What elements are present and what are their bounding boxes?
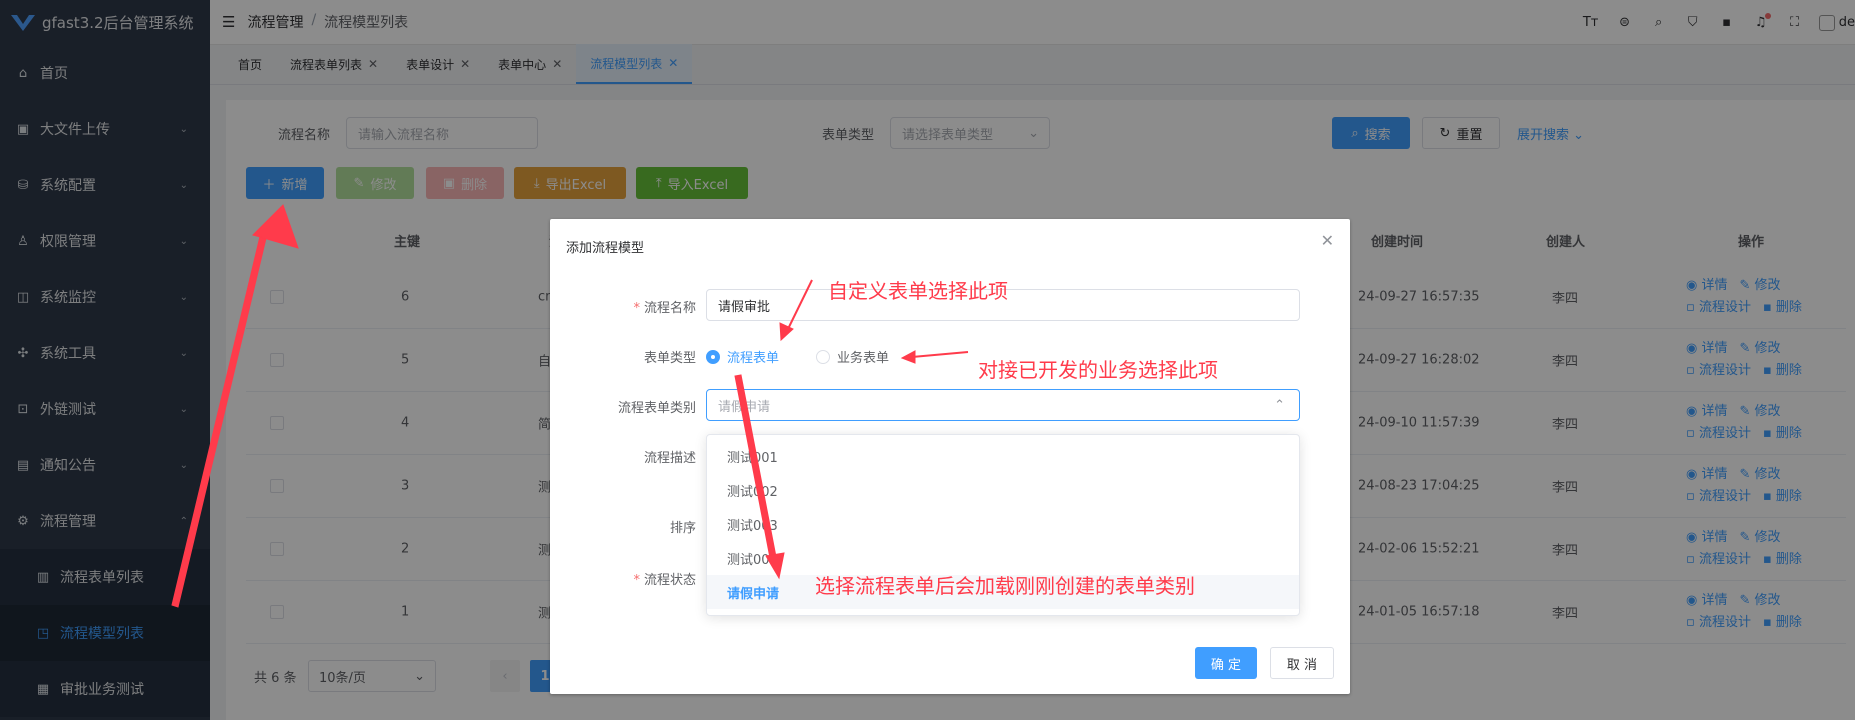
radio-flow-form-label: 流程表单 (727, 351, 780, 366)
category-select[interactable]: 请假申请 ⌃ (706, 389, 1300, 421)
flow-name-form-label: * 流程名称 (576, 297, 696, 316)
annotation-custom-form: 自定义表单选择此项 (828, 279, 1008, 303)
chevron-up-icon: ⌃ (1274, 397, 1285, 413)
required-mark: * (633, 301, 640, 316)
dropdown-option[interactable]: 测试001 (707, 439, 1299, 473)
form-type-form-label: 表单类型 (643, 351, 696, 366)
annotation-load-category: 选择流程表单后会加载刚刚创建的表单类别 (815, 574, 1195, 598)
status-form-label: * 流程状态 (576, 569, 696, 588)
annotation-business: 对接已开发的业务选择此项 (978, 358, 1218, 382)
confirm-button[interactable]: 确 定 (1195, 647, 1257, 679)
sort-form-label: 排序 (669, 521, 696, 536)
category-form-label: 流程表单类别 (617, 401, 696, 416)
radio-flow-form[interactable]: 流程表单 (706, 347, 779, 366)
radio-business-form[interactable]: 业务表单 (816, 347, 889, 366)
flow-name-form-label-text: 流程名称 (643, 301, 696, 316)
dropdown-option[interactable]: 测试003 (707, 507, 1299, 541)
close-icon[interactable]: ✕ (1321, 231, 1334, 250)
category-value: 请假申请 (718, 399, 771, 415)
description-form-label: 流程描述 (643, 451, 696, 466)
radio-circle (706, 349, 720, 364)
cancel-button[interactable]: 取 消 (1270, 647, 1334, 679)
radio-business-form-label: 业务表单 (837, 351, 890, 366)
status-form-label-text: 流程状态 (643, 573, 696, 588)
dialog-title: 添加流程模型 (566, 241, 645, 256)
flow-name-value: 请假审批 (718, 299, 771, 315)
radio-circle (816, 349, 830, 364)
required-mark: * (633, 573, 640, 588)
dropdown-option[interactable]: 测试002 (707, 473, 1299, 507)
